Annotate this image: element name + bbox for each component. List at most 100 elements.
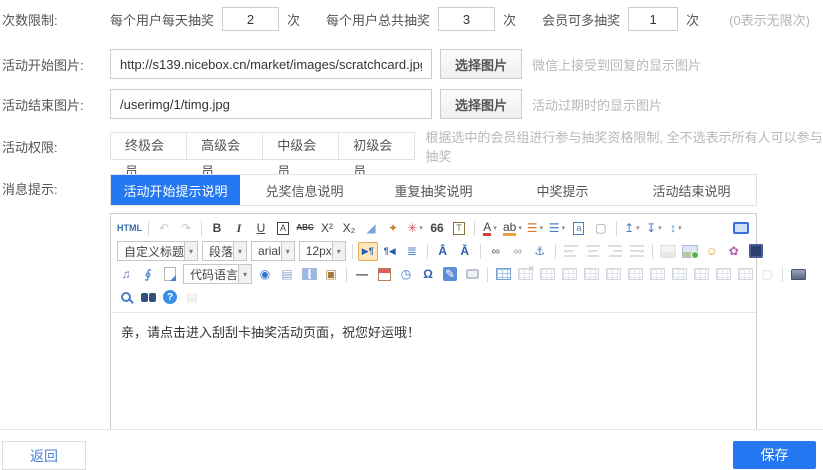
find-replace-icon[interactable] [138,288,158,307]
undo-icon[interactable]: ↶ [154,219,174,238]
underline-icon[interactable]: U [251,219,271,238]
screen-capture-icon[interactable] [462,265,482,284]
merge-right-icon[interactable] [691,265,711,284]
rtl-paragraph-icon[interactable]: ¶◀ [380,242,400,261]
end-image-input[interactable] [110,89,432,119]
insert-col-icon[interactable] [603,265,623,284]
strikethrough-icon[interactable]: ABC [295,219,315,238]
save-button[interactable]: 保存 [733,441,816,469]
table-header-icon[interactable] [537,265,557,284]
paragraph-select[interactable]: 段落▾ [202,241,247,261]
print-icon[interactable] [788,265,808,284]
back-button[interactable]: 返回 [2,441,86,470]
image-placeholder-icon[interactable] [658,242,678,261]
align-center-icon[interactable] [583,242,603,261]
font-size-select[interactable]: 12px▾ [299,241,346,261]
spray-color-icon[interactable]: ✳▾ [405,219,425,238]
paste-as-text-icon[interactable]: T [449,219,469,238]
anchor-icon[interactable]: ⚓ [530,242,550,261]
toolbar-separator [346,267,347,282]
member-extra-limit-input[interactable] [628,7,678,31]
emoticon-icon[interactable]: ☺ [702,242,722,261]
tab-start-tip[interactable]: 活动开始提示说明 [111,175,240,205]
delete-col-icon[interactable] [669,265,689,284]
align-justify-icon[interactable] [627,242,647,261]
tab-repeat-draw[interactable]: 重复抽奖说明 [369,175,498,205]
paste-clipboard-icon[interactable]: ▤ [182,288,202,307]
paragraph-space-bottom-icon[interactable]: ↧▾ [644,219,664,238]
insert-video-icon[interactable] [746,242,766,261]
tab-win-tip[interactable]: 中奖提示 [498,175,627,205]
blank-doc-icon[interactable]: ▢ [591,219,611,238]
paint-scrawl-icon[interactable]: ✿ [724,242,744,261]
fullscreen-icon[interactable] [731,219,751,238]
italic-icon[interactable]: I [229,219,249,238]
insert-code-icon[interactable] [160,265,180,284]
perm-option-senior[interactable]: 高级会员 [186,132,263,160]
help-icon[interactable]: ? [160,288,180,307]
anchor-text-icon[interactable]: a [569,219,589,238]
perm-option-junior[interactable]: 初级会员 [338,132,415,160]
insert-row-icon[interactable] [581,265,601,284]
font-color-icon[interactable]: A▾ [480,219,500,238]
ordered-list-icon[interactable]: ☰▾ [525,219,545,238]
insert-link-icon[interactable]: ∞ [486,242,506,261]
start-image-pick-button[interactable]: 选择图片 [440,49,522,79]
daily-limit-input[interactable] [222,7,279,31]
highlight-color-icon[interactable]: ab▾ [502,219,523,238]
unordered-list-icon[interactable]: ☰▾ [547,219,567,238]
blockquote-icon[interactable]: 66 [427,219,447,238]
edit-note-icon[interactable]: ✎ [440,265,460,284]
ltr-paragraph-icon[interactable]: ▶¶ [358,242,378,261]
briefcase-icon[interactable]: ▣ [321,265,341,284]
line-height-icon[interactable]: ↕▾ [666,219,686,238]
insert-music-icon[interactable]: ♫ [116,265,136,284]
bold-icon[interactable]: B [207,219,227,238]
clear-format-broom-icon[interactable]: ✦ [383,219,403,238]
preview-zoom-icon[interactable] [116,288,136,307]
tab-end-note[interactable]: 活动结束说明 [627,175,756,205]
insert-date-icon[interactable] [374,265,394,284]
start-image-input[interactable] [110,49,432,79]
embed-widget-icon[interactable]: ◉ [255,265,275,284]
style-select[interactable]: 自定义标题▾ [117,241,198,261]
font-family-select[interactable]: arial▾ [251,241,295,261]
code-language-select[interactable]: 代码语言▾ [183,264,252,284]
briefcase-glyph: ▣ [325,268,336,280]
delete-table-icon[interactable] [515,265,535,284]
page-template-icon[interactable]: ▢ [757,265,777,284]
indent-paragraph-icon[interactable]: ≣ [402,242,422,261]
insert-columns-icon[interactable] [299,265,319,284]
perm-option-ultimate[interactable]: 终极会员 [110,132,187,160]
table-props-icon[interactable] [735,265,755,284]
total-limit-input[interactable] [438,7,495,31]
subscript-icon[interactable]: X₂ [339,219,359,238]
font-size-down-icon[interactable]: Ǎ [455,242,475,261]
border-text-icon[interactable]: A [273,219,293,238]
perm-option-middle[interactable]: 中级会员 [262,132,339,160]
horizontal-rule-icon[interactable]: — [352,265,372,284]
merge-cells-icon[interactable] [559,265,579,284]
insert-table-icon[interactable] [493,265,513,284]
insert-image-icon[interactable] [680,242,700,261]
end-image-pick-button[interactable]: 选择图片 [440,89,522,119]
split-cell-icon[interactable] [625,265,645,284]
remove-format-eraser-icon[interactable]: ◢ [361,219,381,238]
font-size-up-icon[interactable]: Â [433,242,453,261]
insert-time-icon[interactable]: ◷ [396,265,416,284]
delete-row-icon[interactable] [647,265,667,284]
paragraph-space-top-icon[interactable]: ↥▾ [622,219,642,238]
tab-redeem-info[interactable]: 兑奖信息说明 [240,175,369,205]
superscript-icon[interactable]: X² [317,219,337,238]
editor-content[interactable]: 亲，请点击进入刮刮卡抽奖活动页面，祝您好运哦！ [111,313,756,443]
align-right-icon[interactable] [605,242,625,261]
split-cell-glyph [628,268,643,280]
align-left-icon[interactable] [561,242,581,261]
redo-icon[interactable]: ↷ [176,219,196,238]
merge-down-icon[interactable] [713,265,733,284]
page-break-icon[interactable]: ▤ [277,265,297,284]
unlink-icon[interactable]: ∞ [508,242,528,261]
special-char-icon[interactable]: Ω [418,265,438,284]
html-source-icon[interactable]: HTML [116,219,143,238]
attachment-icon[interactable]: ∮ [138,265,158,284]
